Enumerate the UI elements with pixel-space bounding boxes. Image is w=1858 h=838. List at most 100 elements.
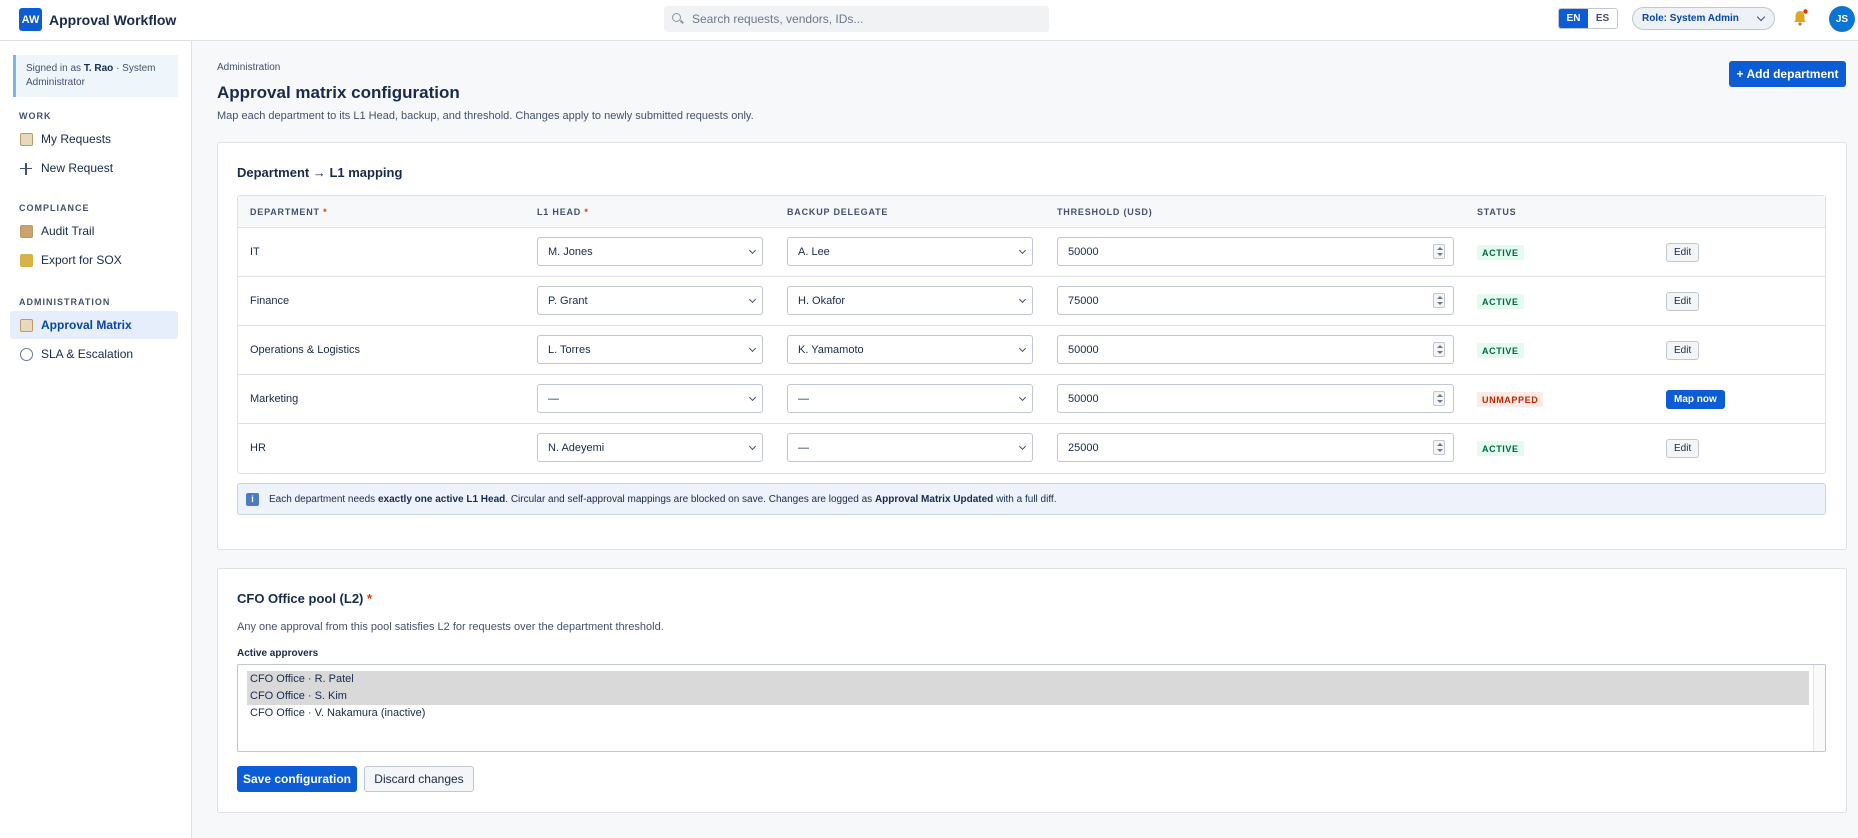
breadcrumb[interactable]: Administration [217, 62, 280, 73]
info-icon: i [246, 492, 259, 506]
bell-icon[interactable] [1792, 9, 1808, 27]
backup-delegate-select[interactable]: K. Yamamoto [787, 335, 1033, 364]
threshold-input[interactable]: 50000 [1057, 237, 1454, 266]
edit-button[interactable]: Edit [1666, 439, 1700, 458]
edit-button[interactable]: Edit [1666, 341, 1700, 360]
discard-changes-button[interactable]: Discard changes [364, 766, 474, 792]
l1-head-select[interactable]: P. Grant [537, 286, 763, 315]
department-name: Operations & Logistics [250, 344, 361, 356]
list-item[interactable]: CFO Office · S. Kim [247, 688, 1809, 705]
header-threshold: THRESHOLD (USD) [1057, 207, 1153, 217]
chevron-down-icon [1018, 246, 1027, 255]
sidebar-item-new-request[interactable]: New Request [10, 154, 178, 182]
section-label-compliance: COMPLIANCE [19, 203, 90, 213]
stepper-icon[interactable] [1433, 244, 1445, 259]
role-selector[interactable]: Role: System Admin [1632, 7, 1775, 30]
signed-user-name: T. Rao [83, 63, 114, 74]
avatar[interactable]: JS [1829, 6, 1855, 32]
l1-head-select[interactable]: M. Jones [537, 237, 763, 266]
search-box[interactable] [664, 6, 1049, 32]
stepper-icon[interactable] [1433, 342, 1445, 357]
cfo-pool-card: CFO Office pool (L2) * Any one approval … [217, 568, 1847, 813]
mapping-card: Department → L1 mapping DEPARTMENT * L1 … [217, 142, 1847, 550]
header-status: STATUS [1477, 207, 1517, 217]
table-row: Finance P. Grant H. Okafor 75000 ACTIVE … [238, 277, 1825, 326]
pool-subtitle: Any one approval from this pool satisfie… [237, 621, 664, 633]
edit-button[interactable]: Edit [1666, 292, 1700, 311]
chevron-down-icon [1018, 442, 1027, 451]
status-badge: UNMAPPED [1477, 392, 1544, 407]
sidebar-item-label: Approval Matrix [41, 318, 132, 332]
sidebar-item-label: SLA & Escalation [41, 347, 134, 361]
sidebar-item-export-sox[interactable]: Export for SOX [10, 246, 178, 274]
page-title: Approval matrix configuration [217, 83, 460, 102]
folder-icon [20, 318, 33, 332]
sidebar-item-approval-matrix[interactable]: Approval Matrix [10, 311, 178, 339]
stepper-icon[interactable] [1433, 391, 1445, 406]
sidebar-item-sla-escalation[interactable]: SLA & Escalation [10, 340, 178, 368]
backup-delegate-select[interactable]: H. Okafor [787, 286, 1033, 315]
header-department: DEPARTMENT * [250, 207, 328, 217]
lang-en-button[interactable]: EN [1559, 9, 1588, 28]
threshold-input[interactable]: 50000 [1057, 335, 1454, 364]
approvers-label: Active approvers [237, 648, 319, 659]
document-icon [20, 132, 33, 146]
mapping-title: Department → L1 mapping [237, 165, 403, 180]
search-icon [672, 13, 684, 25]
listbox-scrollbar[interactable] [1813, 665, 1825, 751]
header-l1-head: L1 HEAD * [537, 207, 589, 217]
chevron-down-icon [748, 246, 757, 255]
department-name: HR [250, 442, 266, 454]
brand[interactable]: AW Approval Workflow [19, 8, 176, 31]
approvers-listbox[interactable]: CFO Office · R. Patel CFO Office · S. Ki… [237, 664, 1826, 752]
stepper-icon[interactable] [1433, 293, 1445, 308]
map-now-button[interactable]: Map now [1666, 390, 1725, 409]
info-text: Each department needs exactly one active… [269, 493, 1057, 505]
table-row: Operations & Logistics L. Torres K. Yama… [238, 326, 1825, 375]
search-input[interactable] [692, 12, 1022, 26]
language-toggle: EN ES [1558, 8, 1618, 29]
sidebar: Signed in as T. Rao · System Administrat… [0, 41, 192, 838]
sidebar-item-my-requests[interactable]: My Requests [10, 125, 178, 153]
sidebar-item-label: New Request [41, 161, 114, 175]
table-row: IT M. Jones A. Lee 50000 ACTIVE Edit [238, 228, 1825, 277]
app-logo: AW [19, 8, 42, 31]
threshold-input[interactable]: 50000 [1057, 384, 1454, 413]
sidebar-item-label: My Requests [41, 132, 112, 146]
threshold-input[interactable]: 25000 [1057, 433, 1454, 462]
role-label: Role: [1642, 13, 1667, 24]
pool-title: CFO Office pool (L2) * [237, 591, 373, 606]
list-item[interactable]: CFO Office · R. Patel [247, 671, 1809, 688]
clock-icon [20, 347, 33, 361]
backup-delegate-select[interactable]: — [787, 433, 1033, 462]
table-row: Marketing — — 50000 UNMAPPED Map now [238, 375, 1825, 424]
list-item[interactable]: CFO Office · V. Nakamura (inactive) [247, 705, 1809, 722]
status-badge: ACTIVE [1477, 343, 1524, 358]
header-backup: BACKUP DELEGATE [787, 207, 889, 217]
l1-head-select[interactable]: N. Adeyemi [537, 433, 763, 462]
stepper-icon[interactable] [1433, 440, 1445, 455]
save-configuration-button[interactable]: Save configuration [237, 766, 357, 792]
info-banner: i Each department needs exactly one acti… [237, 483, 1826, 515]
chevron-down-icon [748, 344, 757, 353]
l1-head-select[interactable]: L. Torres [537, 335, 763, 364]
chevron-down-icon [1756, 12, 1766, 22]
section-label-administration: ADMINISTRATION [19, 297, 111, 307]
table-row: HR N. Adeyemi — 25000 ACTIVE Edit [238, 424, 1825, 473]
signed-prefix: Signed in as [26, 63, 82, 74]
plus-icon [20, 162, 33, 175]
department-name: Finance [250, 295, 290, 307]
sidebar-item-audit-trail[interactable]: Audit Trail [10, 217, 178, 245]
backup-delegate-select[interactable]: — [787, 384, 1033, 413]
add-department-button[interactable]: + Add department [1729, 61, 1846, 87]
role-value: System Admin [1669, 13, 1739, 24]
status-badge: ACTIVE [1477, 294, 1524, 309]
page-subtitle: Map each department to its L1 Head, back… [217, 110, 754, 122]
edit-button[interactable]: Edit [1666, 243, 1700, 262]
backup-delegate-select[interactable]: A. Lee [787, 237, 1033, 266]
threshold-input[interactable]: 75000 [1057, 286, 1454, 315]
chevron-down-icon [748, 442, 757, 451]
l1-head-select[interactable]: — [537, 384, 763, 413]
department-name: IT [250, 246, 260, 258]
lang-es-button[interactable]: ES [1588, 9, 1617, 28]
